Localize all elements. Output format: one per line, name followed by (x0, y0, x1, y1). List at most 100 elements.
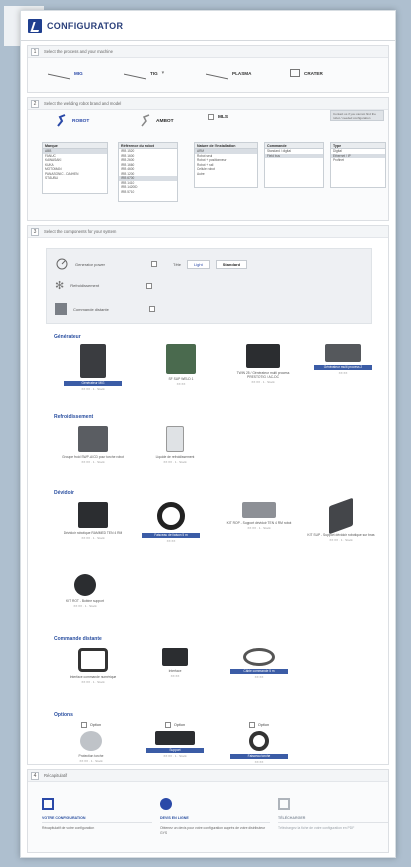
product-caption: Liquide de refroidissement (155, 455, 195, 459)
product-card[interactable]: Option Faisceau torche XX XX (224, 722, 294, 764)
section-summary: 4 Récapitulatif VOTRE CONFIGURATION Réca… (27, 769, 389, 853)
chevron-down-icon[interactable]: ▾ (162, 70, 165, 76)
checkbox[interactable] (80, 722, 87, 728)
section-header: 1 Select the process and your machine (28, 46, 388, 58)
reel-image (74, 574, 96, 596)
summary-title: TÉLÉCHARGER (278, 816, 388, 823)
robot-option-ambot[interactable]: AMBOT (140, 114, 174, 128)
light-button[interactable]: Light (187, 259, 210, 269)
summary-title: DEVIS EN LIGNE (160, 816, 270, 823)
section-process: 1 Select the process and your machine MI… (27, 45, 389, 93)
product-sub: XX XX (338, 371, 348, 375)
robot-option-robot[interactable]: ROBOT (56, 114, 89, 128)
robot-arm-icon (141, 114, 150, 127)
process-label: MIG (74, 70, 83, 76)
checkbox[interactable] (248, 722, 255, 728)
product-caption: Dévidoir robotique RAMMED TEN 4 RM (63, 531, 123, 535)
coolant-image (166, 426, 184, 452)
process-plasma[interactable]: PLASMA (206, 66, 251, 80)
process-tig[interactable]: TIG ▾ (124, 66, 164, 80)
product-card[interactable]: KIT SUP - Support dévidoir robotique sur… (306, 497, 376, 542)
product-caption: Support (146, 748, 204, 753)
standard-button[interactable]: Standard (215, 259, 248, 269)
snowflake-icon: ✻ (55, 280, 65, 292)
list-item[interactable]: STÄUBLI (43, 176, 107, 181)
checkbox[interactable] (208, 114, 214, 120)
checkbox[interactable] (164, 722, 171, 728)
robot-option-mls[interactable]: MLS (208, 114, 228, 120)
connector-image (162, 648, 188, 666)
product-sub: XX XX (254, 675, 264, 679)
robot-label: MLS (218, 114, 229, 120)
product-sub: XX XX · 1 · Stock (81, 536, 105, 540)
list-item[interactable]: IRB 5710 (119, 190, 177, 195)
summary-configuration[interactable]: VOTRE CONFIGURATION Récapitulatif de vot… (42, 798, 152, 831)
option-label: Commande distante (73, 306, 109, 312)
product-card[interactable]: Option Protection torche XX XX · 1 · Sto… (56, 722, 126, 763)
summary-download[interactable]: TÉLÉCHARGER Téléchargez la fiche de votr… (278, 798, 388, 831)
product-card[interactable]: Générateur MIG XX XX · 1 · Stock (58, 344, 128, 391)
share-icon (160, 798, 172, 810)
checkbox[interactable] (146, 282, 153, 289)
value-label: Tête (173, 261, 182, 267)
section-title: Select the components for your system (44, 229, 117, 234)
section-number: 4 (31, 772, 39, 780)
summary-quote[interactable]: DEVIS EN LIGNE Obtenez un devis pour vot… (160, 798, 270, 835)
product-caption: KIT ROP - Support dévidoir TEN 4 RM robo… (226, 521, 292, 525)
column-installation: Nature de l'installation ARM Robot seul … (194, 142, 258, 188)
list-item[interactable]: Field bus (265, 153, 323, 158)
section-robot: 2 Select the welding robot brand and mod… (27, 97, 389, 221)
product-card[interactable]: SF SUP WELD 1 XX XX (146, 344, 216, 386)
option-check[interactable]: Option (140, 722, 210, 728)
product-card[interactable]: Liquide de refroidissement XX XX · 1 · S… (140, 426, 210, 464)
product-card[interactable]: Câble commande 5 m XX XX (224, 648, 294, 679)
product-caption: Protection torche (78, 754, 104, 758)
product-sub: XX XX · 1 · Stock (81, 387, 105, 391)
product-image (325, 344, 361, 362)
column-brand: Marque ABB FANUC KAWASAKI KUKA MOTOMAN P… (42, 142, 108, 194)
tig-torch-icon (124, 66, 146, 80)
product-sub: XX XX · 1 · Stock (251, 380, 275, 384)
process-mig[interactable]: MIG (48, 66, 83, 80)
product-sub: XX XX · 1 · Stock (79, 759, 103, 763)
product-image (246, 344, 280, 368)
product-caption: Interface commande numérique (69, 675, 117, 679)
crater-icon (290, 69, 300, 77)
option-check[interactable]: Option (56, 722, 126, 728)
plasma-torch-icon (206, 66, 228, 80)
option-generator: Generator power Tête Light Standard (55, 257, 248, 271)
checkbox[interactable] (151, 261, 157, 267)
section-title: Select the process and your machine (44, 49, 113, 54)
contact-button[interactable]: Contact us if you cannot find the robot … (330, 110, 384, 121)
process-crater[interactable]: CRATER (290, 66, 323, 80)
option-remote: Commande distante (55, 303, 155, 315)
product-card[interactable]: Faisceau de liaison 5 m XX XX (136, 502, 206, 543)
header: CONFIGURATOR (21, 11, 395, 41)
option-check[interactable]: Option (224, 722, 294, 728)
list-item[interactable]: Autre (195, 172, 257, 177)
product-caption: KIT SUP - Support dévidoir robotique sur… (307, 533, 375, 537)
list-item[interactable]: Profinet (331, 158, 385, 163)
product-card[interactable]: Option Support XX XX · 1 · Stock (140, 722, 210, 758)
product-card[interactable]: KIT ROT - Bobine support XX XX · 1 · Sto… (50, 574, 120, 608)
product-sub: XX XX · 1 · Stock (73, 604, 97, 608)
product-card[interactable]: Groupe froid SWP-A/CD pour torche robot … (58, 426, 128, 464)
product-card[interactable]: Dévidoir robotique RAMMED TEN 4 RM XX XX… (58, 502, 128, 540)
product-caption: SF SUP WELD 1 (168, 377, 194, 381)
product-card[interactable]: TWIN 25 / Générateur multi process PREST… (228, 344, 298, 384)
checkbox[interactable] (149, 306, 155, 312)
column-command: Commande Standard / digital Field bus (264, 142, 324, 188)
product-card[interactable]: KIT ROP - Support dévidoir TEN 4 RM robo… (224, 502, 294, 530)
product-caption: Générateur MIG (64, 381, 122, 386)
product-card[interactable]: Interface XX XX (140, 648, 210, 678)
support-table-image (155, 731, 195, 745)
process-label: TIG (150, 70, 158, 76)
summary-text: Obtenez un devis pour votre configuratio… (160, 826, 266, 835)
product-caption: Faisceau torche (230, 754, 288, 759)
group-title: Commande distante (54, 636, 102, 642)
product-sub: XX XX · 1 · Stock (81, 680, 105, 684)
product-card[interactable]: Générateur multi process 2 XX XX (308, 344, 378, 375)
group-title: Dévidoir (54, 490, 75, 496)
product-card[interactable]: Interface commande numérique XX XX · 1 ·… (58, 648, 128, 684)
product-sub: XX XX (254, 760, 264, 764)
